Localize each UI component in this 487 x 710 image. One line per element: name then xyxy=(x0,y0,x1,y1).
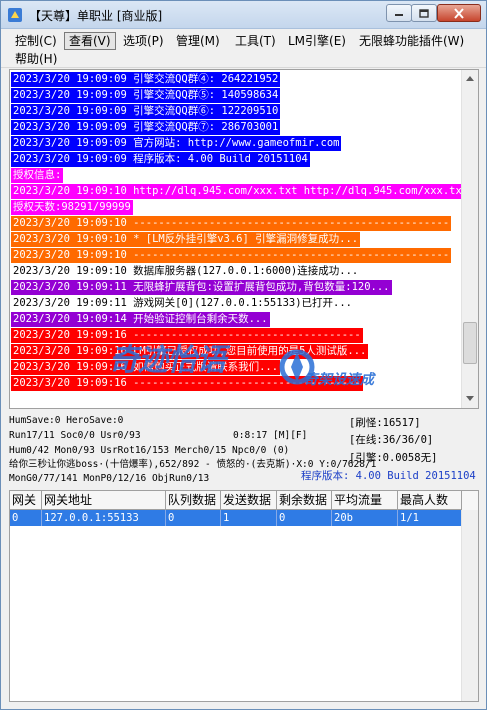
menu-view[interactable]: 查看(V) xyxy=(64,32,116,50)
maximize-icon xyxy=(419,8,429,18)
log-line: 2023/3/20 19:09:09 引擎交流QQ群⑤: 140598634 xyxy=(11,88,281,103)
status-engine: [引擎:0.0058无] xyxy=(349,452,438,464)
close-button[interactable] xyxy=(437,4,481,22)
col-sent[interactable]: 发送数据 xyxy=(221,491,277,510)
menu-options[interactable]: 选项(P) xyxy=(119,32,168,50)
menu-lm-engine[interactable]: LM引擎(E) xyxy=(284,32,350,50)
arrow-down-icon xyxy=(466,396,474,401)
log-line: 2023/3/20 19:09:10 ---------------------… xyxy=(11,248,452,263)
log-line: 2023/3/20 19:09:10 ---------------------… xyxy=(11,216,452,231)
maximize-button[interactable] xyxy=(411,4,437,22)
watermark-subtext: 奇架设速成 xyxy=(304,372,374,388)
status-run: Run17/11 Soc0/0 Usr0/93 xyxy=(9,430,141,441)
cell-sent: 1 xyxy=(221,510,277,526)
cell-gateway: 0 xyxy=(10,510,42,526)
log-line: 2023/3/20 19:09:10 * [LM反外挂引擎v3.6] 引擎漏洞修… xyxy=(11,232,361,247)
status-uptime: 0:8:17 [M][F] xyxy=(233,430,308,441)
col-address[interactable]: 网关地址 xyxy=(42,491,166,510)
log-scrollbar[interactable] xyxy=(461,70,478,408)
status-hum: Hum0/42 Mon0/93 UsrRot16/153 Merch0/15 N… xyxy=(9,445,290,456)
menu-help[interactable]: 帮助(H) xyxy=(11,50,61,68)
menu-plugins[interactable]: 无限蜂功能插件(W) xyxy=(355,32,468,50)
status-version: 程序版本: 4.00 Build 20151104 xyxy=(301,470,476,482)
scroll-thumb[interactable] xyxy=(463,322,477,364)
menu-tools[interactable]: 工具(T) xyxy=(231,32,280,50)
menu-manage[interactable]: 管理(M) xyxy=(172,32,224,50)
cell-queue: 0 xyxy=(166,510,221,526)
table-header: 网关 网关地址 队列数据 发送数据 剩余数据 平均流量 最高人数 xyxy=(10,491,478,510)
main-window: 【天尊】单职业 [商业版] 控制(C) 查看(V) 选项(P) 管理(M) 工具… xyxy=(0,0,487,710)
status-refresh: [刷怪:16517] xyxy=(349,417,421,429)
title-bar[interactable]: 【天尊】单职业 [商业版] xyxy=(1,1,486,29)
col-gateway[interactable]: 网关 xyxy=(10,491,42,510)
cell-max-users: 1/1 xyxy=(400,512,419,524)
log-line: 2023/3/20 19:09:09 引擎交流QQ群⑦: 286703001 xyxy=(11,120,281,135)
log-line: 2023/3/20 19:09:11 游戏网关[0](127.0.0.1:551… xyxy=(11,296,355,311)
table-scrollbar[interactable] xyxy=(461,510,478,701)
log-panel[interactable]: 2023/3/20 19:09:09 引擎交流QQ群④: 264221952 20… xyxy=(9,69,479,409)
minimize-icon xyxy=(395,14,403,16)
log-line: 2023/3/20 19:09:10 数据库服务器(127.0.0.1:6000… xyxy=(11,264,361,279)
minimize-button[interactable] xyxy=(386,4,412,22)
window-title: 【天尊】单职业 [商业版] xyxy=(29,9,163,23)
log-line: 2023/3/20 19:09:11 无限蜂扩展背包:设置扩展背包成功,背包数量… xyxy=(11,280,392,295)
app-icon xyxy=(7,7,23,23)
col-remaining[interactable]: 剩余数据 xyxy=(277,491,332,510)
menu-control[interactable]: 控制(C) xyxy=(11,32,61,50)
scroll-up-button[interactable] xyxy=(462,70,478,87)
cell-remaining: 0 xyxy=(277,510,332,526)
log-line: 2023/3/20 19:09:14 开始验证控制台剩余天数... xyxy=(11,312,270,327)
log-line: 2023/3/20 19:09:09 引擎交流QQ群⑥: 122209510 xyxy=(11,104,281,119)
log-line: 授权信息: xyxy=(11,168,64,183)
watermark-text: 奇迹怡语 xyxy=(109,343,226,378)
col-max-users[interactable]: 最高人数 xyxy=(398,491,462,510)
col-avg-traffic[interactable]: 平均流量 xyxy=(332,491,398,510)
cell-avg-traffic: 20b xyxy=(332,510,398,526)
status-panel: HumSave:0 HeroSave:0 Run17/11 Soc0/0 Usr… xyxy=(1,411,486,489)
status-online: [在线:36/36/0] xyxy=(349,434,434,446)
log-line: 授权天数:98291/99999 xyxy=(11,200,133,215)
log-line: 2023/3/20 19:09:09 官方网站: http://www.game… xyxy=(11,136,342,151)
gateway-table[interactable]: 网关 网关地址 队列数据 发送数据 剩余数据 平均流量 最高人数 0 127.0… xyxy=(9,490,479,702)
close-icon xyxy=(454,7,464,19)
scroll-down-button[interactable] xyxy=(462,390,478,407)
cell-address: 127.0.0.1:55133 xyxy=(42,510,166,526)
status-humsave: HumSave:0 HeroSave:0 xyxy=(9,415,124,426)
status-mon: MonG0/77/141 MonP0/12/16 ObjRun0/13 xyxy=(9,473,210,484)
menu-bar: 控制(C) 查看(V) 选项(P) 管理(M) 工具(T) LM引擎(E) 无限… xyxy=(1,30,486,68)
log-line: 2023/3/20 19:09:09 程序版本: 4.00 Build 2015… xyxy=(11,152,310,167)
table-row[interactable]: 0 127.0.0.1:55133 0 1 0 20b 1/1 xyxy=(10,510,462,526)
log-line: 2023/3/20 19:09:10 http://dlq.945.com/xx… xyxy=(11,184,471,199)
col-queue[interactable]: 队列数据 xyxy=(166,491,221,510)
arrow-up-icon xyxy=(466,76,474,81)
log-line: 2023/3/20 19:09:09 引擎交流QQ群④: 264221952 xyxy=(11,72,281,87)
